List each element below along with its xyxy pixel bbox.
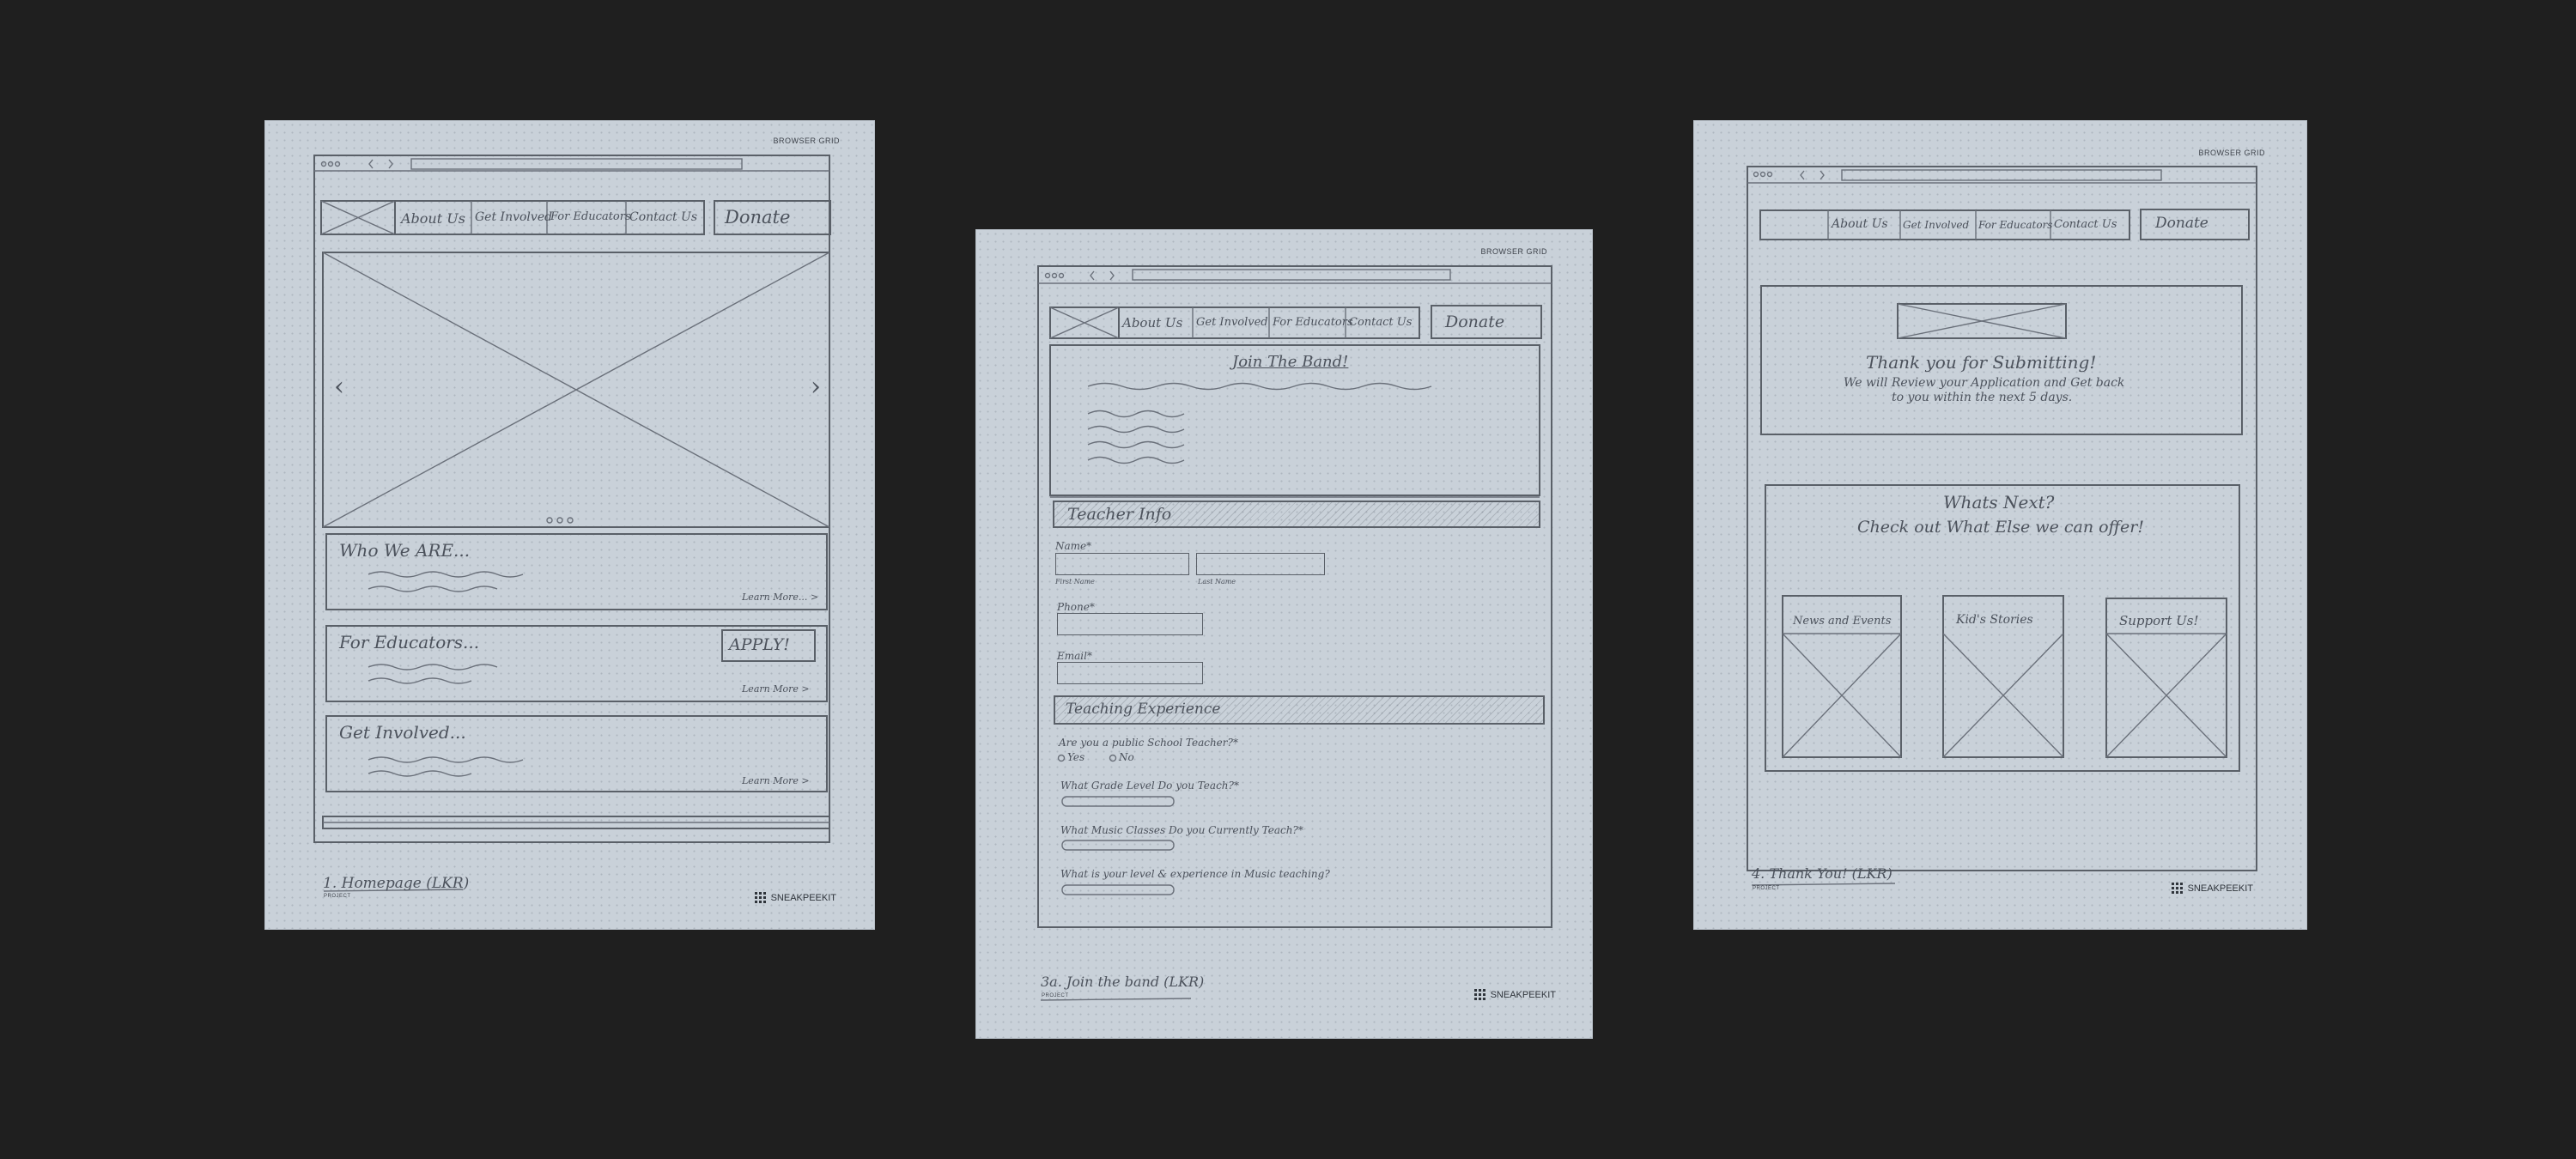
email-label: Email* [1057, 650, 1092, 662]
section-get-involved-link[interactable]: Learn More > [742, 775, 810, 786]
question-public-school: Are you a public School Teacher?* [1059, 737, 1238, 749]
brand-name: SNEAKPEEKIT [1490, 989, 1556, 1000]
whats-next-title: Whats Next? [1943, 492, 2055, 513]
brand-name: SNEAKPEEKIT [2187, 883, 2253, 894]
sheet-subtitle: PROJECT [324, 894, 351, 899]
nav-about-us[interactable]: About Us [401, 210, 465, 227]
section-who-we-are-link[interactable]: Learn More... > [742, 592, 818, 603]
apply-button[interactable]: APPLY! [729, 635, 790, 654]
brand-logo: SNEAKPEEKIT [2171, 883, 2253, 894]
brand-dots-icon [2171, 883, 2183, 894]
donate-button[interactable]: Donate [2155, 215, 2208, 232]
sheet-title: 1. Homepage (LKR) [323, 875, 470, 892]
nav-contact-us[interactable]: Contact Us [629, 210, 697, 224]
nav-contact-us[interactable]: Contact Us [2054, 218, 2117, 231]
first-name-caption: First Name [1055, 578, 1095, 586]
donate-button[interactable]: Donate [1445, 313, 1504, 331]
donate-button[interactable]: Donate [725, 207, 790, 228]
teaching-experience-label: Teaching Experience [1066, 701, 1221, 718]
phone-label: Phone* [1057, 601, 1095, 613]
card-support-us[interactable]: Support Us! [2119, 613, 2199, 628]
whats-next-subtitle: Check out What Else we can offer! [1857, 518, 2144, 537]
browser-frame [313, 155, 831, 892]
question-music-classes: What Music Classes Do you Currently Teac… [1060, 824, 1303, 836]
nav-about-us[interactable]: About Us [1832, 217, 1888, 231]
last-name-caption: Last Name [1198, 578, 1236, 586]
thanks-title: Thank you for Submitting! [1866, 352, 2097, 373]
card-news-and-events[interactable]: News and Events [1793, 615, 1891, 628]
sheet-title: 4. Thank You! (LKR) [1752, 865, 1893, 882]
section-get-involved-heading: Get Involved... [339, 722, 466, 743]
thanks-message-line-1: We will Review your Application and Get … [1844, 376, 2125, 390]
nav-for-educators[interactable]: For Educators [1273, 316, 1353, 329]
brand-logo: SNEAKPEEKIT [1473, 989, 1556, 1000]
page-title: Join The Band! [1232, 353, 1349, 371]
carousel-next-icon[interactable]: › [811, 372, 821, 402]
nav-for-educators[interactable]: For Educators [550, 210, 631, 223]
nav-get-involved[interactable]: Get Involved [475, 210, 552, 224]
name-label: Name* [1055, 540, 1092, 552]
sheet-subtitle: PROJECT [1042, 993, 1069, 998]
sheet-thank-you: BROWSER GRID About Us Get Involved For E… [1694, 121, 2306, 929]
form-controls [1040, 754, 1192, 1001]
sheet-join-the-band: BROWSER GRID About Us Get Involved For E… [976, 230, 1592, 1038]
section-who-we-are-heading: Who We ARE... [339, 540, 471, 561]
sheet-homepage: BROWSER GRID About Us Get Involved For E… [265, 121, 874, 929]
carousel-prev-icon[interactable]: ‹ [334, 372, 344, 402]
section-educators-link[interactable]: Learn More > [742, 683, 810, 695]
sheet-title: 3a. Join the band (LKR) [1041, 974, 1205, 990]
nav-contact-us[interactable]: Contact Us [1349, 316, 1412, 329]
nav-about-us[interactable]: About Us [1122, 315, 1182, 331]
question-experience: What is your level & experience in Music… [1060, 868, 1330, 880]
brand-dots-icon [754, 892, 766, 903]
brand-name: SNEAKPEEKIT [770, 892, 836, 903]
thanks-message-line-2: to you within the next 5 days. [1892, 391, 2073, 404]
section-educators-heading: For Educators... [339, 632, 480, 652]
sheet-subtitle: PROJECT [1753, 886, 1780, 891]
teacher-info-label: Teacher Info [1067, 505, 1172, 524]
question-grade-level: What Grade Level Do you Teach?* [1060, 780, 1239, 792]
brand-dots-icon [1473, 989, 1485, 1000]
option-no[interactable]: No [1119, 751, 1134, 763]
nav-get-involved[interactable]: Get Involved [1903, 219, 1969, 231]
nav-for-educators[interactable]: For Educators [1978, 219, 2052, 231]
nav-get-involved[interactable]: Get Involved [1196, 316, 1268, 329]
option-yes[interactable]: Yes [1067, 751, 1084, 763]
card-kids-stories[interactable]: Kid's Stories [1956, 613, 2033, 627]
brand-logo: SNEAKPEEKIT [754, 892, 836, 903]
